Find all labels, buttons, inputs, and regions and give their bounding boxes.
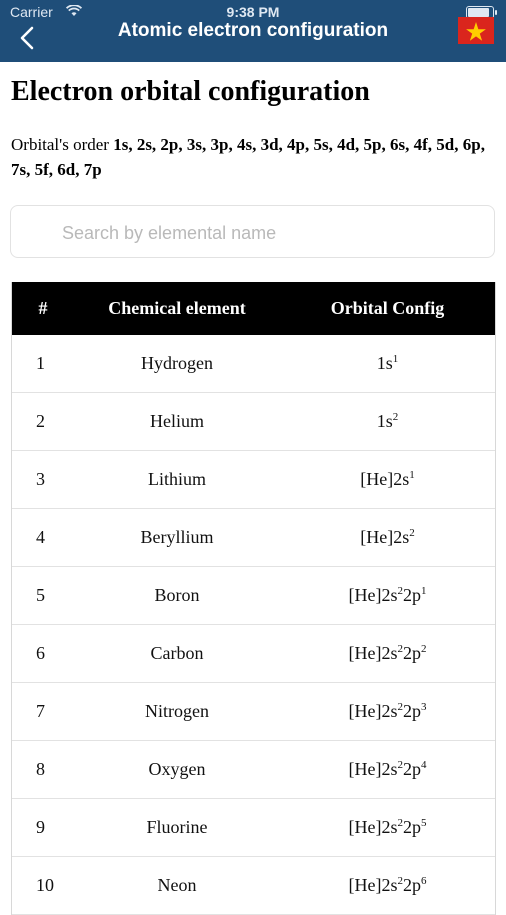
status-time: 9:38 PM <box>226 4 280 20</box>
table-row[interactable]: 10 Neon [He]2s22p6 <box>12 857 495 915</box>
table-row[interactable]: 3 Lithium [He]2s1 <box>12 451 495 509</box>
search-input[interactable] <box>60 218 484 248</box>
config-orbital: 2p <box>402 585 421 605</box>
table-row[interactable]: 7 Nitrogen [He]2s22p3 <box>12 683 495 741</box>
column-header-number: # <box>38 298 48 318</box>
table-row[interactable]: 8 Oxygen [He]2s22p4 <box>12 741 495 799</box>
config-electron-count: 1 <box>420 585 427 597</box>
table-row[interactable]: 2 Helium 1s2 <box>12 393 495 451</box>
row-element-name: Beryllium <box>140 527 214 547</box>
row-element-name: Lithium <box>148 469 206 489</box>
row-orbital-config: [He]2s22p1 <box>280 585 495 606</box>
config-orbital: 1s <box>376 353 393 373</box>
back-button[interactable] <box>10 20 46 56</box>
table-row[interactable]: 5 Boron [He]2s22p1 <box>12 567 495 625</box>
column-header-config: Orbital Config <box>330 298 445 318</box>
chevron-left-icon <box>20 26 34 50</box>
config-electron-count: 5 <box>420 817 427 829</box>
row-element-name: Fluorine <box>146 817 208 837</box>
config-orbital: [He]2s <box>348 759 398 779</box>
row-orbital-config: [He]2s22p3 <box>280 701 495 722</box>
orbital-order-text: Orbital's order 1s, 2s, 2p, 3s, 3p, 4s, … <box>11 132 499 182</box>
config-electron-count: 2 <box>420 643 427 655</box>
config-orbital: 2p <box>402 875 421 895</box>
config-electron-count: 4 <box>420 759 427 771</box>
row-orbital-config: [He]2s22p2 <box>280 643 495 664</box>
row-element-name: Hydrogen <box>141 353 213 373</box>
row-number: 10 <box>36 875 54 895</box>
row-element-name: Helium <box>150 411 204 431</box>
nav-title: Atomic electron configuration <box>117 20 389 41</box>
config-orbital: [He]2s <box>348 817 398 837</box>
row-element-name: Neon <box>157 875 197 895</box>
config-orbital: [He]2s <box>348 643 398 663</box>
orbital-order-label: Orbital's order <box>11 135 109 154</box>
row-number: 1 <box>36 353 45 373</box>
config-orbital: [He]2s <box>348 585 398 605</box>
config-electron-count: 1 <box>392 353 399 365</box>
row-element-name: Carbon <box>150 643 204 663</box>
config-electron-count: 2 <box>392 411 399 423</box>
config-orbital: 1s <box>376 411 393 431</box>
table-row[interactable]: 9 Fluorine [He]2s22p5 <box>12 799 495 857</box>
row-orbital-config: [He]2s1 <box>280 469 495 490</box>
row-element-name: Nitrogen <box>145 701 209 721</box>
table-row[interactable]: 4 Beryllium [He]2s2 <box>12 509 495 567</box>
config-orbital: [He]2s <box>348 875 398 895</box>
config-electron-count: 2 <box>409 527 415 539</box>
search-box[interactable] <box>10 205 495 258</box>
config-orbital: [He]2s <box>348 701 398 721</box>
row-number: 3 <box>36 469 45 489</box>
row-orbital-config: [He]2s22p5 <box>280 817 495 838</box>
config-orbital: 2p <box>402 759 421 779</box>
config-orbital: [He]2s <box>360 469 410 489</box>
row-orbital-config: [He]2s22p6 <box>280 875 495 896</box>
navigation-bar: Carrier 9:38 PM Atomic electron configur… <box>0 0 506 62</box>
row-number: 6 <box>36 643 45 663</box>
config-electron-count: 1 <box>409 469 415 481</box>
config-orbital: 2p <box>402 701 421 721</box>
config-orbital: [He]2s <box>360 527 410 547</box>
page-title: Electron orbital configuration <box>11 76 370 107</box>
row-number: 2 <box>36 411 45 431</box>
vietnam-flag-icon <box>458 17 494 44</box>
config-orbital: 2p <box>402 643 421 663</box>
row-orbital-config: [He]2s22p4 <box>280 759 495 780</box>
table-header: # Chemical element Orbital Config <box>12 282 495 335</box>
row-number: 4 <box>36 527 45 547</box>
table-body: 1 Hydrogen 1s1 2 Helium 1s2 3 Lithium [He]2s1 4 Be… <box>12 335 495 915</box>
row-orbital-config: [He]2s2 <box>280 527 495 548</box>
row-element-name: Oxygen <box>148 759 206 779</box>
config-electron-count: 6 <box>420 875 427 887</box>
row-element-name: Boron <box>154 585 200 605</box>
table-row[interactable]: 6 Carbon [He]2s22p2 <box>12 625 495 683</box>
column-header-element: Chemical element <box>108 298 246 318</box>
element-table: # Chemical element Orbital Config 1 Hydro… <box>11 282 496 915</box>
row-number: 7 <box>36 701 45 721</box>
row-number: 5 <box>36 585 45 605</box>
config-electron-count: 3 <box>420 701 427 713</box>
language-flag-button[interactable] <box>458 17 494 44</box>
config-orbital: 2p <box>402 817 421 837</box>
row-orbital-config: 1s2 <box>280 411 495 432</box>
row-number: 8 <box>36 759 45 779</box>
row-number: 9 <box>36 817 45 837</box>
row-orbital-config: 1s1 <box>280 353 495 374</box>
table-row[interactable]: 1 Hydrogen 1s1 <box>12 335 495 393</box>
